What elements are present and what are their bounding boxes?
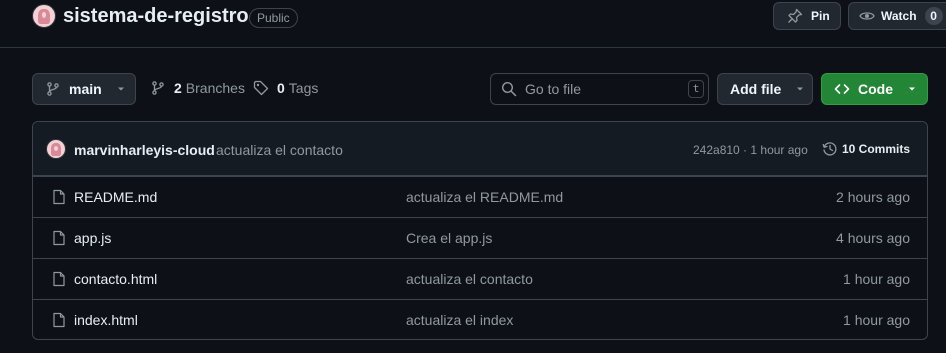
file-commit-time: 2 hours ago [836,189,910,205]
commit-hash-time[interactable]: 242a810 · 1 hour ago [693,143,808,157]
keyboard-shortcut-hint: t [688,80,704,98]
visibility-badge: Public [249,8,298,28]
file-listing: marvinharleyis-cloud actualiza el contac… [32,121,928,340]
pin-icon [788,8,803,23]
branches-count: 2 [174,80,182,96]
tags-label: Tags [288,80,319,96]
watch-button[interactable]: Watch 0 [848,2,946,30]
pin-button[interactable]: Pin [773,2,841,30]
add-file-label: Add file [730,81,782,97]
file-commit-time: 4 hours ago [836,230,910,246]
file-icon [53,189,65,205]
commits-count-label: 10 Commits [842,142,911,156]
file-row[interactable]: README.md actualiza el README.md 2 hours… [33,176,927,217]
search-icon [501,81,517,97]
branches-label: Branches [185,80,245,96]
commits-history-link[interactable]: 10 Commits [822,141,910,157]
add-file-button[interactable]: Add file [717,73,813,105]
tag-icon [253,80,269,96]
file-commit-message[interactable]: Crea el app.js [406,230,492,246]
file-name[interactable]: contacto.html [74,271,157,287]
latest-commit-bar: marvinharleyis-cloud actualiza el contac… [33,122,927,176]
caret-down-icon [909,87,915,91]
code-icon [834,84,850,94]
tags-count: 0 [277,80,285,96]
watch-label: Watch [881,9,917,23]
file-name[interactable]: index.html [74,312,138,328]
commit-message[interactable]: actualiza el contacto [216,142,343,158]
file-commit-message[interactable]: actualiza el index [406,312,513,328]
file-commit-message[interactable]: actualiza el README.md [406,189,563,205]
watch-count: 0 [924,7,943,25]
tags-link[interactable]: 0 Tags [253,80,318,96]
repo-header: sistema-de-registro Public Pin Watch 0 [0,0,946,48]
git-branch-icon [152,81,164,95]
caret-down-icon [117,87,124,91]
file-name[interactable]: app.js [74,230,111,246]
file-icon [53,271,65,287]
branch-selector[interactable]: main [32,73,136,105]
code-label: Code [858,81,893,97]
go-to-file-search[interactable]: t [490,73,709,105]
file-row[interactable]: index.html actualiza el index 1 hour ago [33,299,927,339]
owner-avatar[interactable] [32,4,56,28]
go-to-file-input[interactable] [525,81,685,97]
code-button[interactable]: Code [821,73,928,105]
file-row[interactable]: app.js Crea el app.js 4 hours ago [33,217,927,258]
eye-icon [859,12,875,20]
commit-author[interactable]: marvinharleyis-cloud [74,142,215,158]
caret-down-icon [797,87,804,91]
file-icon [53,230,65,246]
pin-label: Pin [811,9,830,23]
commit-author-avatar[interactable] [46,139,66,159]
file-name[interactable]: README.md [74,189,157,205]
git-branch-icon [47,82,59,96]
branch-name: main [69,81,102,97]
history-icon [822,142,837,156]
file-row[interactable]: contacto.html actualiza el contacto 1 ho… [33,258,927,299]
file-icon [53,312,65,328]
file-commit-message[interactable]: actualiza el contacto [406,271,533,287]
file-commit-time: 1 hour ago [843,271,910,287]
file-commit-time: 1 hour ago [843,312,910,328]
branches-link[interactable]: 2 Branches [150,80,245,96]
repo-name[interactable]: sistema-de-registro [63,5,249,28]
